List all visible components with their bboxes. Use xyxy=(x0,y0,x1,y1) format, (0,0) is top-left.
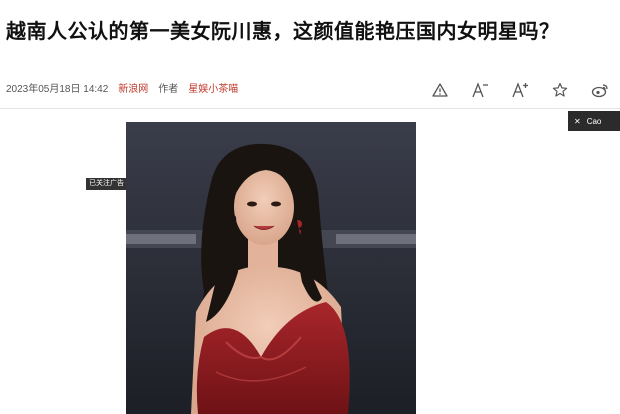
close-icon[interactable]: ✕ xyxy=(574,117,581,126)
font-decrease-icon xyxy=(472,82,488,98)
weibo-share-icon xyxy=(591,84,608,98)
source-link[interactable]: 新浪网 xyxy=(118,80,148,100)
author-link[interactable]: 星娱小茶喵 xyxy=(188,80,238,100)
article-title: 越南人公认的第一美女阮川惠，这颜值能艳压国内女明星吗？ xyxy=(6,19,560,43)
user-chip[interactable]: ✕ Cao xyxy=(568,111,620,131)
photo-illustration xyxy=(126,122,416,414)
font-increase-icon xyxy=(512,82,528,98)
favorite-button[interactable] xyxy=(540,78,580,102)
report-button[interactable] xyxy=(420,78,460,102)
font-decrease-button[interactable] xyxy=(460,78,500,102)
user-name: Cao xyxy=(586,116,602,126)
article-toolbar xyxy=(420,78,620,102)
article-meta: 2023年05月18日 14:42 新浪网 作者 星娱小茶喵 xyxy=(6,80,238,100)
publish-date: 2023年05月18日 14:42 xyxy=(6,84,109,95)
report-warning-icon xyxy=(432,83,448,97)
article-photo xyxy=(126,122,416,414)
ad-label: 已关注广告 xyxy=(86,178,127,190)
weibo-share-button[interactable] xyxy=(580,78,620,102)
star-favorite-icon xyxy=(552,82,568,97)
header-divider xyxy=(0,108,620,109)
font-increase-button[interactable] xyxy=(500,78,540,102)
author-label: 作者 xyxy=(158,84,179,95)
